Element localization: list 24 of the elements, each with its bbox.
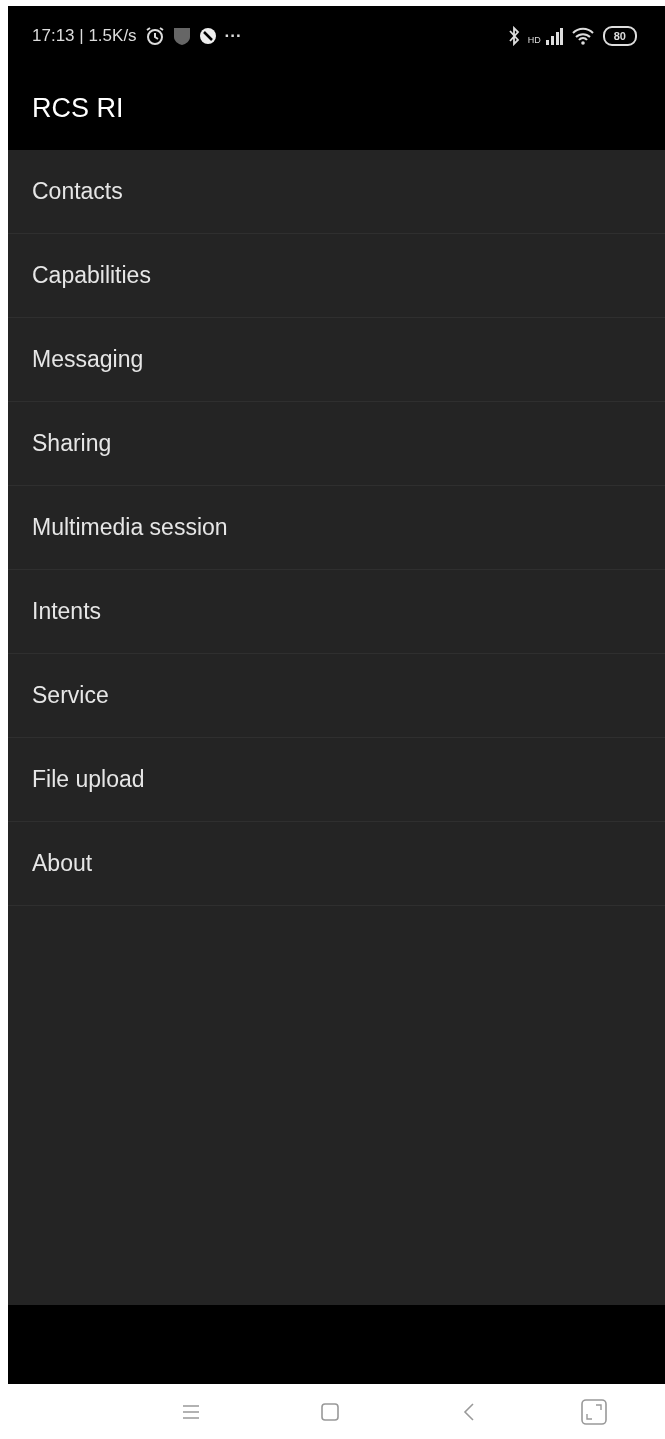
menu-item[interactable]: Sharing — [8, 402, 665, 486]
menu-item[interactable]: Messaging — [8, 318, 665, 402]
menu-item[interactable]: Capabilities — [8, 234, 665, 318]
menu-item[interactable]: About — [8, 822, 665, 906]
shield-icon — [172, 26, 191, 46]
blocked-icon — [198, 27, 217, 45]
menu-icon[interactable] — [183, 1404, 199, 1419]
network-type: HD — [527, 36, 541, 45]
signal-icon — [544, 27, 563, 45]
wifi-icon — [570, 27, 595, 45]
menu-item[interactable]: Service — [8, 654, 665, 738]
alarm-icon — [144, 26, 165, 46]
status-time: 17:13 | 1.5K/s — [32, 25, 137, 48]
home-icon[interactable] — [321, 1402, 339, 1421]
fullscreen-icon[interactable] — [581, 1398, 607, 1425]
menu-item[interactable]: Intents — [8, 570, 665, 654]
menu-item[interactable]: Contacts — [8, 150, 665, 234]
menu-item[interactable]: Multimedia session — [8, 486, 665, 570]
app-title: RCS RI — [32, 91, 124, 125]
battery-level: 80 — [602, 25, 637, 47]
bluetooth-icon — [507, 26, 520, 46]
menu-item[interactable]: File upload — [8, 738, 665, 822]
more-notifications: ··· — [224, 25, 242, 48]
back-icon[interactable] — [463, 1402, 475, 1421]
